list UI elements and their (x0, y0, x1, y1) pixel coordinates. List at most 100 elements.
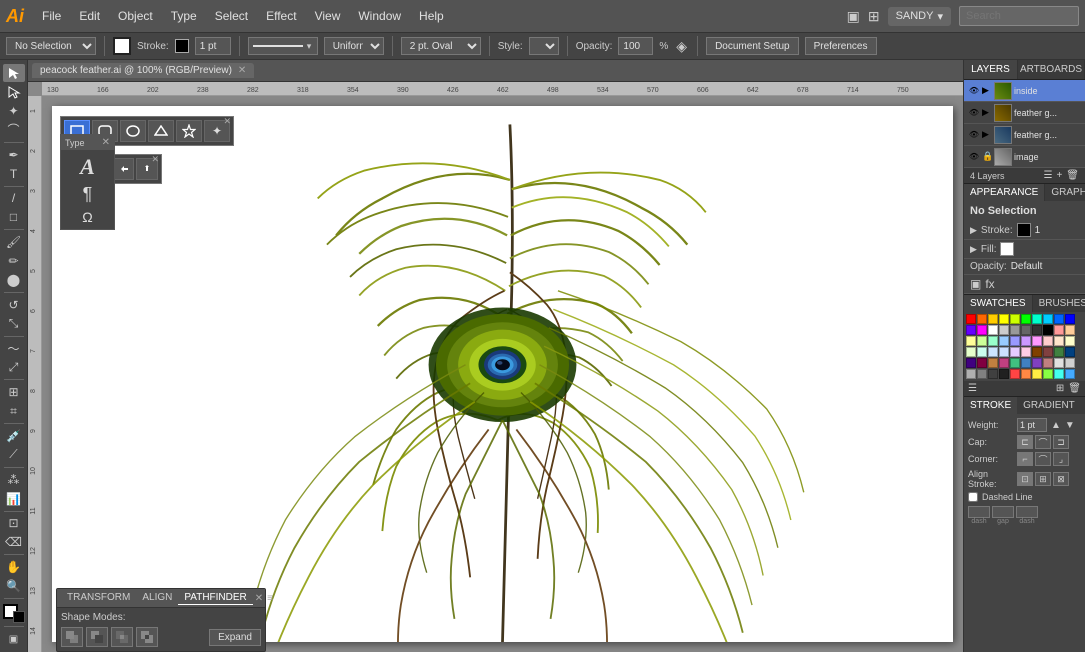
swatches-del-icon[interactable]: 🗑 (1068, 383, 1081, 394)
menu-view[interactable]: View (307, 5, 349, 27)
minus-front-btn[interactable] (86, 627, 108, 647)
workspace-icon[interactable]: ⊞ (868, 8, 880, 25)
cap-butt-btn[interactable]: ⊏ (1017, 435, 1033, 449)
fill-color-swatch-appear[interactable] (1000, 242, 1014, 256)
layer-item-inside[interactable]: 👁 ▶ inside (964, 80, 1085, 102)
swatch-cell[interactable] (1010, 314, 1020, 324)
layer-item-feather1[interactable]: 👁 ▶ feather g... (964, 102, 1085, 124)
menu-edit[interactable]: Edit (71, 5, 108, 27)
pathfinder-close-button[interactable]: ✕ (255, 593, 263, 604)
type-para-icon[interactable]: ¶ (65, 184, 110, 205)
stroke-panel-tab[interactable]: STROKE (964, 397, 1017, 414)
add-effect-icon[interactable]: ▣ (970, 277, 981, 291)
swatch-cell[interactable] (1032, 325, 1042, 335)
paintbrush-tool[interactable]: 🖌 (3, 233, 25, 251)
line-tool[interactable]: / (3, 189, 25, 207)
swatch-cell[interactable] (988, 347, 998, 357)
warp-tool[interactable]: 〜 (3, 339, 25, 357)
swatch-cell[interactable] (966, 358, 976, 368)
layer-item-feather2[interactable]: 👁 ▶ feather g... (964, 124, 1085, 146)
selection-dropdown[interactable]: No Selection (6, 37, 96, 55)
eyedropper-tool[interactable]: 💉 (3, 427, 25, 445)
blob-brush-tool[interactable]: ⬤ (3, 271, 25, 289)
exclude-btn[interactable] (136, 627, 158, 647)
swatch-cell[interactable] (977, 347, 987, 357)
swatch-cell[interactable] (1021, 358, 1031, 368)
artboards-tab[interactable]: ARTBOARDS (1018, 60, 1085, 79)
swatch-cell[interactable] (1054, 325, 1064, 335)
swatch-cell[interactable] (988, 336, 998, 346)
rotate-tool[interactable]: ↺ (3, 296, 25, 314)
swatch-cell[interactable] (966, 336, 976, 346)
transform-tab[interactable]: TRANSFORM (61, 591, 136, 605)
expand-button[interactable]: Expand (209, 629, 261, 646)
swatch-cell[interactable] (1065, 336, 1075, 346)
swatch-cell[interactable] (1065, 358, 1075, 368)
type-tool[interactable]: T (3, 165, 25, 183)
appearance-tab[interactable]: APPEARANCE (964, 184, 1045, 201)
swatch-cell[interactable] (999, 347, 1009, 357)
style-dropdown[interactable] (529, 37, 559, 55)
star-btn[interactable] (176, 120, 202, 142)
stroke-color-swatch[interactable] (175, 39, 189, 53)
slice-tool[interactable]: ⊡ (3, 514, 25, 532)
opacity-input[interactable] (618, 37, 653, 55)
swatch-cell[interactable] (1043, 369, 1053, 379)
fill-stroke-indicator[interactable] (3, 604, 25, 624)
layer-visibility-icon-4[interactable]: 👁 (968, 151, 980, 163)
layer-visibility-icon-2[interactable]: 👁 (968, 107, 980, 119)
swatch-cell[interactable] (977, 369, 987, 379)
weight-input[interactable] (1017, 418, 1047, 432)
swatch-cell[interactable] (1021, 369, 1031, 379)
graphics-tab[interactable]: GRAPHI... (1045, 184, 1085, 201)
swatch-cell[interactable] (1010, 369, 1020, 379)
swatch-cell[interactable] (1032, 336, 1042, 346)
menu-file[interactable]: File (34, 5, 69, 27)
brushes-tab[interactable]: BRUSHES (1033, 295, 1085, 312)
menu-help[interactable]: Help (411, 5, 452, 27)
menu-object[interactable]: Object (110, 5, 161, 27)
swatches-menu-icon[interactable]: ☰ (968, 383, 977, 394)
swatch-cell[interactable] (1065, 325, 1075, 335)
cap-square-btn[interactable]: ⊐ (1053, 435, 1069, 449)
dash-input-2[interactable] (1016, 506, 1038, 518)
swatch-cell[interactable] (1021, 347, 1031, 357)
swatch-cell[interactable] (1043, 325, 1053, 335)
swatch-cell[interactable] (1054, 347, 1064, 357)
swatch-cell[interactable] (1010, 347, 1020, 357)
swatch-cell[interactable] (1010, 336, 1020, 346)
layer-expand-icon-3[interactable]: ▶ (982, 129, 992, 140)
document-tab[interactable]: peacock feather.ai @ 100% (RGB/Preview) … (32, 63, 254, 78)
gap-input-1[interactable] (992, 506, 1014, 518)
swatch-cell[interactable] (1021, 336, 1031, 346)
menu-type[interactable]: Type (163, 5, 205, 27)
swatch-cell[interactable] (1010, 325, 1020, 335)
layer-visibility-icon-3[interactable]: 👁 (968, 129, 980, 141)
swatch-cell[interactable] (1065, 314, 1075, 324)
swatch-cell[interactable] (1065, 347, 1075, 357)
preferences-button[interactable]: Preferences (805, 37, 877, 55)
rectangle-tool[interactable]: □ (3, 208, 25, 226)
layer-visibility-icon[interactable]: 👁 (968, 85, 980, 97)
fill-expand-icon[interactable]: ▶ (970, 244, 977, 255)
swatches-add-icon[interactable]: ⊞ (1056, 383, 1064, 394)
layers-tab[interactable]: LAYERS (964, 60, 1018, 79)
shape-panel-close[interactable]: ✕ (223, 116, 231, 127)
swatch-cell[interactable] (988, 314, 998, 324)
layer-item-image[interactable]: 👁 🔒 image (964, 146, 1085, 168)
swatch-cell[interactable] (1032, 314, 1042, 324)
pen-tool[interactable]: ✒ (3, 146, 25, 164)
stroke-shape-dropdown[interactable]: 2 pt. Oval (401, 37, 481, 55)
swatch-cell[interactable] (999, 314, 1009, 324)
line-style-picker[interactable]: ▾ (248, 37, 318, 55)
opacity-icon[interactable]: ◈ (676, 38, 687, 55)
cap-round-btn[interactable]: ⌒ (1035, 435, 1051, 449)
user-button[interactable]: SANDY ▾ (888, 7, 951, 26)
swatch-cell[interactable] (966, 369, 976, 379)
eraser-tool[interactable]: ⌫ (3, 533, 25, 551)
layer-delete-icon[interactable]: 🗑 (1066, 170, 1079, 181)
magic-wand-tool[interactable]: ✦ (3, 102, 25, 120)
weight-down-icon[interactable]: ▼ (1065, 420, 1075, 431)
swatch-cell[interactable] (977, 325, 987, 335)
swatch-cell[interactable] (1054, 336, 1064, 346)
